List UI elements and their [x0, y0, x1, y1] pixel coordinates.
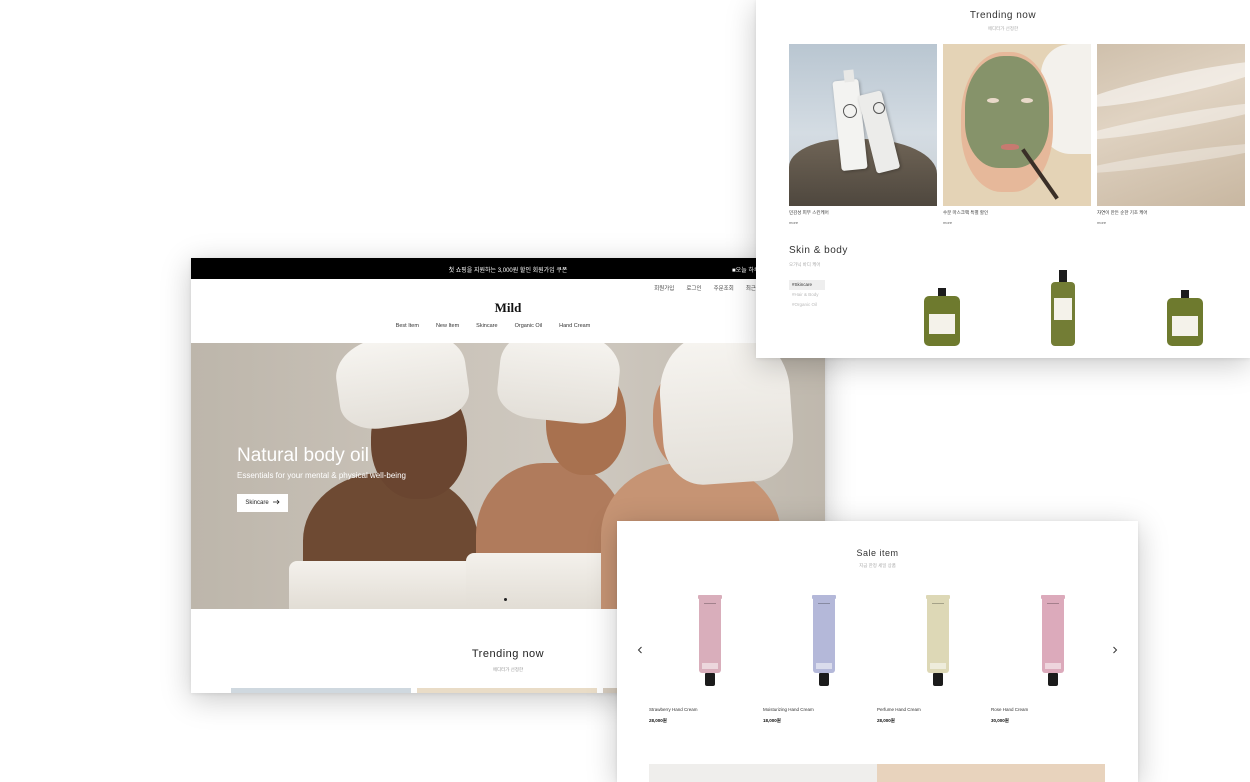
product-name[interactable]: Perfume Hand Cream	[877, 707, 921, 712]
trend-card-beach-image[interactable]	[1097, 44, 1245, 206]
hero-button-label: Skincare	[245, 500, 269, 506]
trending-panel: Trending now 에디터가 선정한 민감성 피부 스킨케어 more 수…	[756, 0, 1250, 358]
chevron-left-icon[interactable]	[637, 646, 643, 656]
product-price: 30,000원	[991, 718, 1009, 723]
product-price: 18,000원	[763, 718, 781, 723]
nav-new-item[interactable]: New Item	[436, 323, 459, 329]
hero-skincare-button[interactable]: Skincare	[237, 494, 288, 512]
banner-strip-right[interactable]	[877, 764, 1105, 782]
product-tube-moisturizing[interactable]	[812, 595, 836, 688]
product-name[interactable]: Rose Hand Cream	[991, 707, 1028, 712]
chevron-right-icon[interactable]	[1112, 646, 1118, 656]
nav-best-item[interactable]: Best Item	[396, 323, 419, 329]
tab-skincare[interactable]: #Skincare	[789, 280, 825, 290]
hero-title: Natural body oil	[237, 445, 370, 466]
promo-topbar: 첫 쇼핑을 지원하는 3,000원 할인 회원가입 쿠폰 ■오늘 하루	[191, 258, 825, 279]
nav-hand-cream[interactable]: Hand Cream	[559, 323, 590, 329]
util-link-login[interactable]: 로그인	[686, 284, 701, 292]
main-navigation: Best Item New Item Skincare Organic Oil …	[191, 323, 825, 329]
skin-body-subtitle: 오가닉 바디 케어	[789, 262, 821, 267]
product-tube-perfume[interactable]	[926, 595, 950, 688]
trend-card-1-more[interactable]: more	[789, 220, 798, 225]
trend-card-2-caption[interactable]: 수분 마스크팩 특별 할인	[943, 210, 988, 216]
trending-panel-subtitle: 에디터가 선정한	[987, 26, 1019, 31]
util-link-signup[interactable]: 회원가입	[654, 284, 674, 292]
product-tube-rose[interactable]	[1041, 595, 1065, 688]
util-link-order[interactable]: 주문조회	[714, 284, 734, 292]
slider-dot[interactable]	[504, 598, 507, 601]
sale-item-title: Sale item	[856, 548, 899, 558]
trend-card-3-caption[interactable]: 자연이 만든 순한 기초 케어	[1097, 210, 1148, 216]
product-bottle-organic-2[interactable]	[1167, 290, 1203, 346]
skin-body-title: Skin & body	[789, 245, 848, 256]
trend-card-1-caption[interactable]: 민감성 피부 스킨케어	[789, 210, 829, 216]
trending-thumb-1[interactable]	[231, 688, 411, 693]
skin-body-tabs: #Skincare #Hair & Body #Organic Oil	[789, 280, 825, 310]
trend-card-2-more[interactable]: more	[943, 220, 952, 225]
tab-organic-oil[interactable]: #Organic Oil	[789, 300, 825, 310]
sale-item-panel: Sale item 지금 한정 세일 상품 Strawberry Hand Cr…	[617, 521, 1138, 782]
product-bottle-organic-1[interactable]	[924, 288, 960, 346]
trending-panel-title: Trending now	[969, 10, 1037, 21]
product-name[interactable]: Moisturizing Hand Cream	[763, 707, 814, 712]
sale-item-subtitle: 지금 한정 세일 상품	[859, 563, 896, 568]
nav-organic-oil[interactable]: Organic Oil	[515, 323, 543, 329]
nav-skincare[interactable]: Skincare	[476, 323, 497, 329]
product-price: 28,000원	[877, 718, 895, 723]
hero-subtitle: Essentials for your mental & physical we…	[237, 471, 406, 480]
site-logo[interactable]: Mild	[191, 300, 825, 316]
banner-strip-left[interactable]	[649, 764, 877, 782]
arrow-right-icon	[272, 499, 280, 507]
trend-card-3-more[interactable]: more	[1097, 220, 1106, 225]
trend-card-mask-image[interactable]	[943, 44, 1091, 206]
tab-hair-body[interactable]: #Hair & Body	[789, 290, 825, 300]
product-tube-strawberry[interactable]	[698, 595, 722, 688]
product-name[interactable]: Strawberry Hand Cream	[649, 707, 698, 712]
utility-links: 회원가입 로그인 주문조회 최근본	[654, 284, 761, 292]
trending-thumb-2[interactable]	[417, 688, 597, 693]
product-bottle-serum[interactable]	[1051, 270, 1075, 346]
trend-card-skincare-image[interactable]	[789, 44, 937, 206]
signup-coupon-banner[interactable]: 첫 쇼핑을 지원하는 3,000원 할인 회원가입 쿠폰	[191, 265, 825, 274]
product-price: 28,000원	[649, 718, 667, 723]
